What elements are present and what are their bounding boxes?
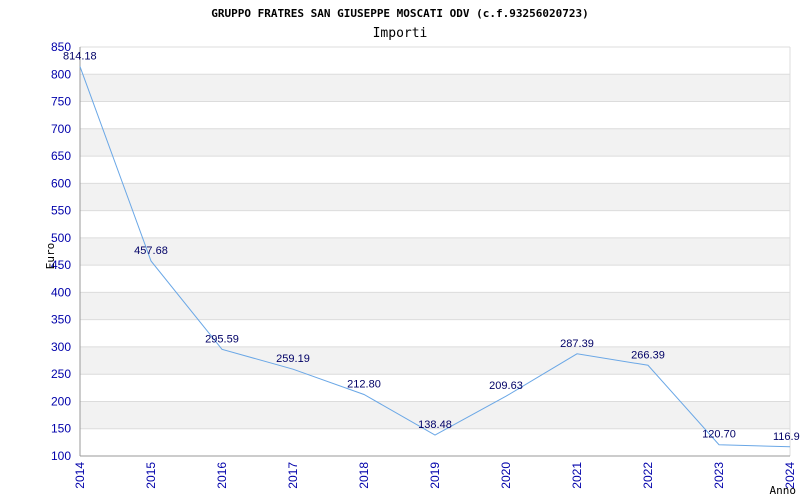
- grid-band: [80, 128, 790, 157]
- data-label: 287.39: [560, 338, 594, 350]
- y-tick-label: 200: [51, 394, 71, 408]
- grid-bands: [80, 74, 790, 429]
- x-tick-label: 2016: [215, 462, 229, 489]
- x-tick-labels: 2014 2015 2016 2017 2018 2019 2020 2021 2022 2023…: [73, 462, 797, 489]
- x-tick-label: 2020: [499, 462, 513, 489]
- x-tick-label: 2022: [641, 462, 655, 489]
- x-tick-label: 2015: [144, 462, 158, 489]
- y-tick-label: 350: [51, 313, 71, 327]
- data-label: 814.18: [63, 51, 97, 63]
- y-tick-label: 700: [51, 122, 71, 136]
- grid-band: [80, 237, 790, 266]
- data-label: 259.19: [276, 353, 310, 365]
- data-label: 120.70: [702, 429, 736, 441]
- data-label: 295.59: [205, 333, 239, 345]
- x-axis-label: Anno: [770, 484, 797, 497]
- y-tick-label: 650: [51, 149, 71, 163]
- chart-subtitle: Importi: [373, 26, 428, 41]
- y-tick-label: 100: [51, 449, 71, 463]
- x-tick-label: 2023: [712, 462, 726, 489]
- y-tick-label: 400: [51, 285, 71, 299]
- data-label: 209.63: [489, 380, 523, 392]
- x-tick-label: 2019: [428, 462, 442, 489]
- x-tick-label: 2018: [357, 462, 371, 489]
- grid-band: [80, 292, 790, 320]
- data-label: 138.48: [418, 419, 452, 431]
- data-label: 116.90: [773, 431, 800, 443]
- y-tick-label: 300: [51, 340, 71, 354]
- chart-title: GRUPPO FRATRES SAN GIUSEPPE MOSCATI ODV …: [211, 7, 589, 20]
- x-tick-label: 2017: [286, 462, 300, 489]
- x-tick-label: 2021: [570, 462, 584, 489]
- y-tick-label: 800: [51, 67, 71, 81]
- y-tick-label: 750: [51, 95, 71, 109]
- data-label: 266.39: [631, 349, 665, 361]
- grid-band: [80, 183, 790, 211]
- data-label: 212.80: [347, 378, 381, 390]
- y-tick-label: 150: [51, 422, 71, 436]
- line-chart: 1001502002503003504004505005506006507007…: [44, 7, 800, 497]
- grid-band: [80, 74, 790, 102]
- data-label: 457.68: [134, 245, 168, 257]
- x-tick-label: 2014: [73, 462, 87, 489]
- y-tick-label: 250: [51, 367, 71, 381]
- y-axis-label: Euro: [44, 243, 57, 270]
- y-tick-label: 600: [51, 176, 71, 190]
- grid-band: [80, 346, 790, 375]
- y-tick-label: 550: [51, 204, 71, 218]
